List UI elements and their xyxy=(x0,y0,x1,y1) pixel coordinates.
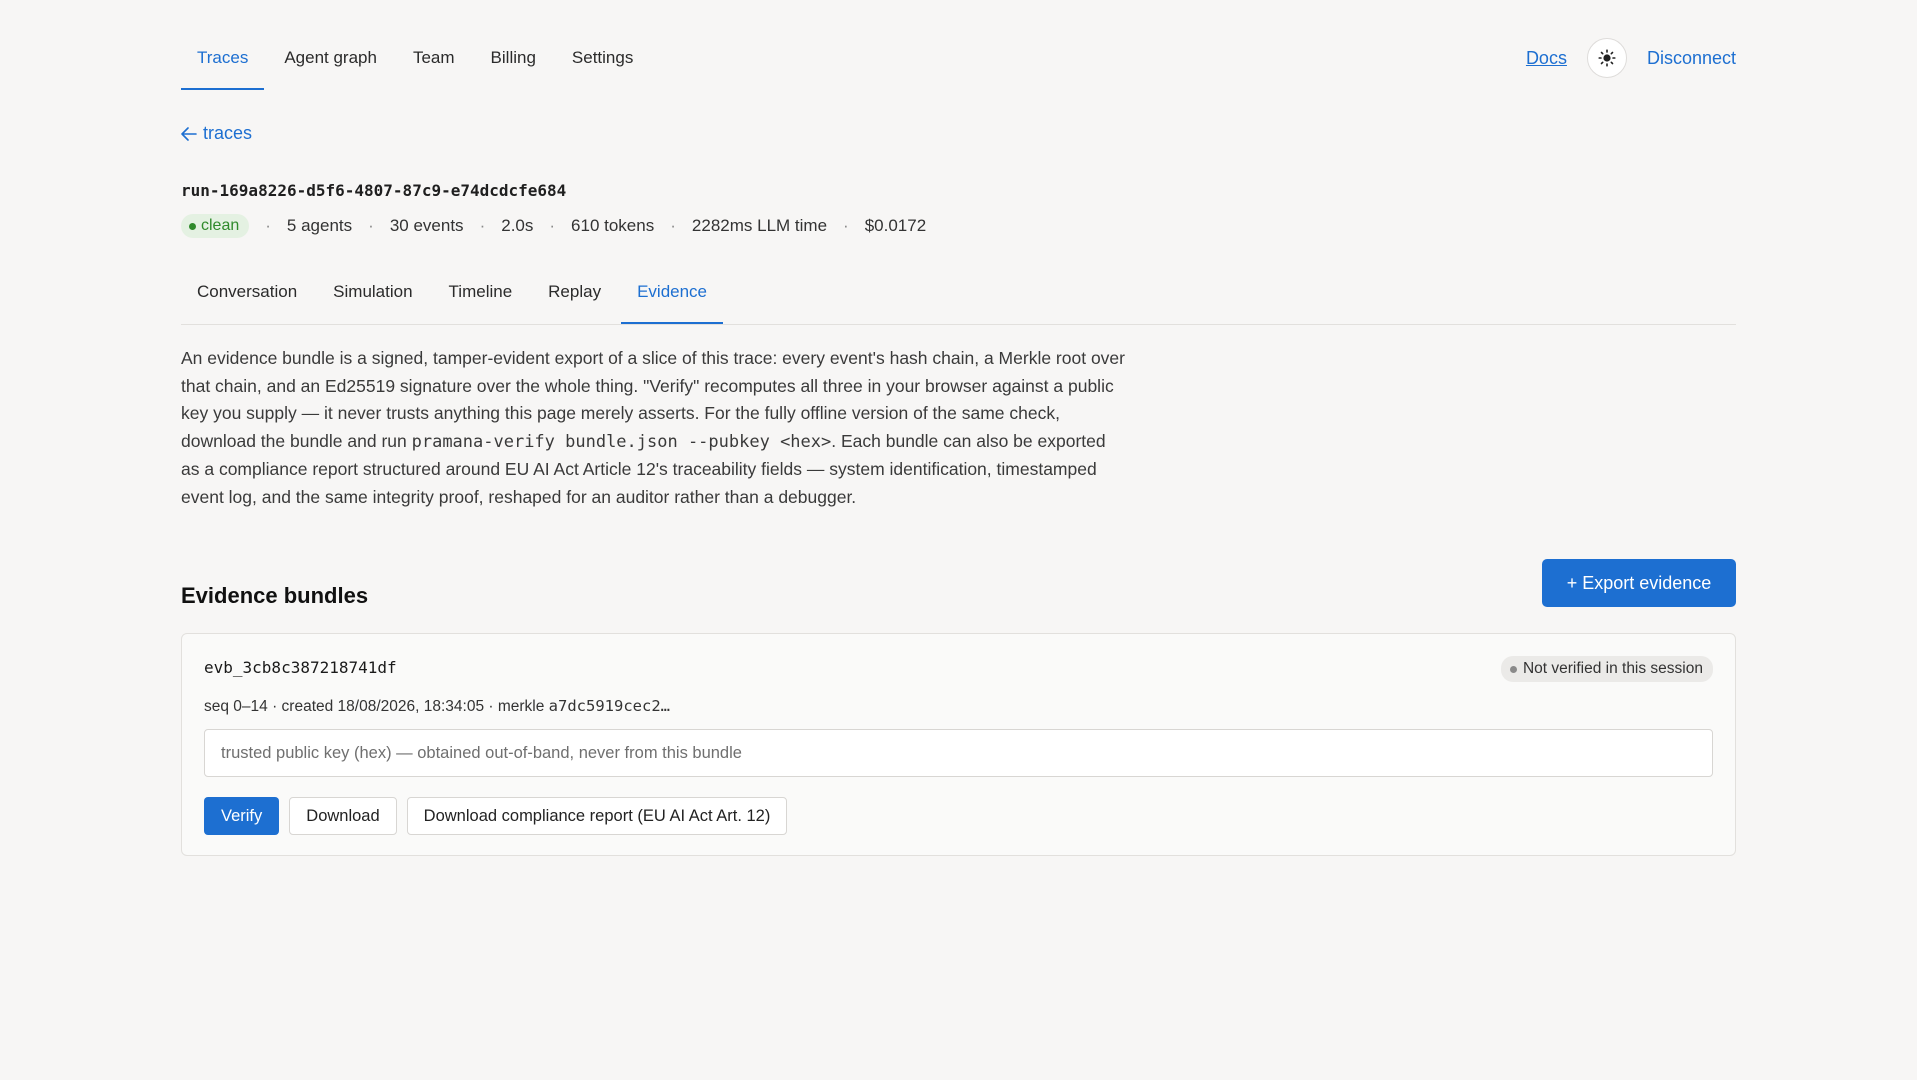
bundle-actions: Verify Download Download compliance repo… xyxy=(204,797,788,835)
tab-traces[interactable]: Traces xyxy=(181,36,265,90)
section-title: Evidence bundles xyxy=(181,583,369,608)
tab-billing[interactable]: Billing xyxy=(475,36,552,78)
bundle-info-text: seq 0–14 · created 18/08/2026, 18:34:05 … xyxy=(204,698,549,715)
verify-command: pramana-verify bundle.json --pubkey <hex… xyxy=(411,431,832,452)
theme-toggle-button[interactable] xyxy=(1586,38,1627,78)
top-nav-actions: Docs Disconnect xyxy=(1526,38,1736,78)
subtab-conversation[interactable]: Conversation xyxy=(181,272,313,323)
merkle-root: a7dc5919cec2… xyxy=(548,697,670,715)
tokens-count: 610 tokens xyxy=(571,216,655,235)
agents-count: 5 agents xyxy=(286,216,353,235)
events-count: 30 events xyxy=(389,216,464,235)
separator: · xyxy=(843,216,849,235)
separator: · xyxy=(479,216,486,235)
verification-status-label: Not verified in this session xyxy=(1522,660,1703,677)
subtab-simulation[interactable]: Simulation xyxy=(317,272,428,323)
status-dot-icon xyxy=(189,222,196,230)
status-label: clean xyxy=(201,217,240,234)
app-root: Traces Agent graph Team Billing Settings… xyxy=(0,0,1917,1080)
top-nav: Traces Agent graph Team Billing Settings… xyxy=(181,36,1736,90)
arrow-left-icon xyxy=(181,126,197,141)
sun-icon xyxy=(1598,49,1616,67)
docs-link[interactable]: Docs xyxy=(1526,48,1567,69)
subtab-evidence[interactable]: Evidence xyxy=(621,272,724,324)
run-subtabs: Conversation Simulation Timeline Replay … xyxy=(181,272,1736,325)
evidence-description: An evidence bundle is a signed, tamper-e… xyxy=(181,345,1126,512)
separator: · xyxy=(549,216,556,235)
download-button[interactable]: Download xyxy=(289,797,397,835)
back-to-traces-link[interactable]: traces xyxy=(181,123,252,144)
export-evidence-button[interactable]: + Export evidence xyxy=(1542,559,1736,607)
public-key-input[interactable] xyxy=(204,729,1713,777)
download-compliance-report-button[interactable]: Download compliance report (EU AI Act Ar… xyxy=(406,797,788,835)
separator: · xyxy=(670,216,676,235)
top-nav-tabs: Traces Agent graph Team Billing Settings xyxy=(181,36,653,90)
tab-agent-graph[interactable]: Agent graph xyxy=(268,36,393,78)
bundle-info: seq 0–14 · created 18/08/2026, 18:34:05 … xyxy=(204,697,670,716)
tab-team[interactable]: Team xyxy=(397,36,471,78)
separator: · xyxy=(265,216,271,235)
verify-button[interactable]: Verify xyxy=(204,797,280,835)
bundle-id: evb_3cb8c387218741df xyxy=(204,658,397,677)
separator: · xyxy=(368,216,374,235)
status-dot-icon xyxy=(1509,665,1517,673)
verification-status-badge: Not verified in this session xyxy=(1500,656,1713,682)
subtab-replay[interactable]: Replay xyxy=(532,272,617,323)
tab-settings[interactable]: Settings xyxy=(556,36,649,78)
cost: $0.0172 xyxy=(864,216,927,235)
status-badge: clean xyxy=(181,214,250,238)
back-link-label: traces xyxy=(203,123,253,143)
run-meta: clean · 5 agents · 30 events · 2.0s · 61… xyxy=(181,214,926,238)
run-id: run-169a8226-d5f6-4807-87c9-e74dcdcfe684 xyxy=(181,181,567,200)
subtab-timeline[interactable]: Timeline xyxy=(433,272,529,323)
disconnect-link[interactable]: Disconnect xyxy=(1647,48,1736,69)
evidence-bundle-card: evb_3cb8c387218741df Not verified in thi… xyxy=(181,633,1736,856)
llm-time: 2282ms LLM time xyxy=(691,216,828,235)
duration: 2.0s xyxy=(501,216,534,235)
